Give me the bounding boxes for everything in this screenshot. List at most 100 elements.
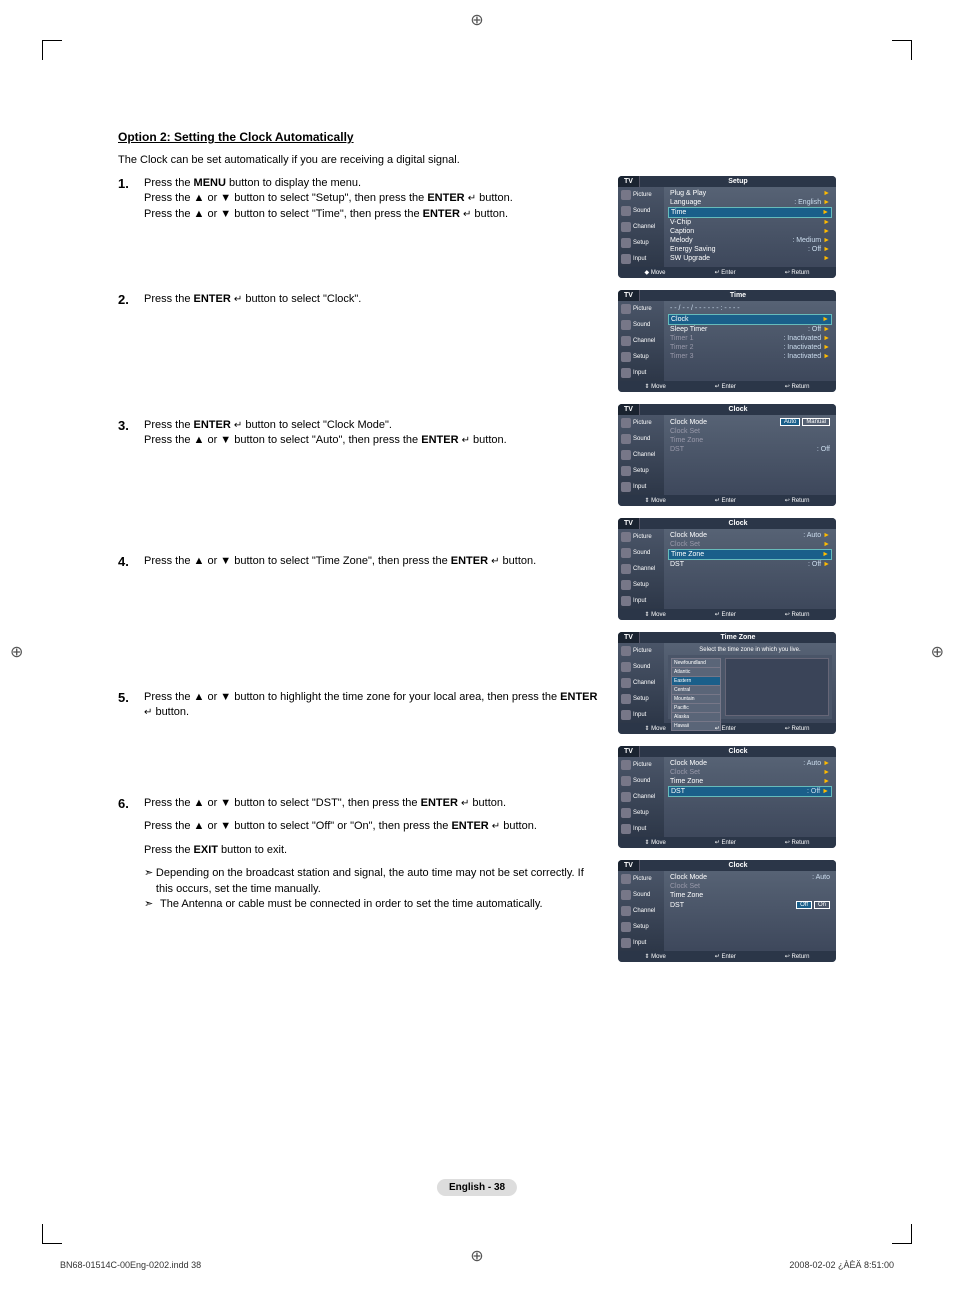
osd-sidebar-item: Sound	[618, 203, 664, 219]
step-number: 3.	[118, 418, 144, 548]
osd-option: On	[814, 901, 830, 909]
osd-category-icon	[621, 482, 631, 492]
osd-category-icon	[621, 890, 631, 900]
osd-category-icon	[621, 808, 631, 818]
osd-category-icon	[621, 532, 631, 542]
osd-sidebar-item: Sound	[618, 773, 664, 789]
osd-screenshots-column: TVSetupPictureSoundChannelSetupInputPlug…	[618, 176, 836, 962]
osd-category-icon	[621, 792, 631, 802]
osd-menu-row: Time Zone	[668, 436, 832, 445]
osd-menu-row: Timer 2: Inactivated ►	[668, 343, 832, 352]
osd-header: TVTime	[618, 290, 836, 301]
osd-footer-enter: ↵ Enter	[715, 953, 736, 960]
osd-sidebar-item: Picture	[618, 187, 664, 203]
instructions-column: 1. Press the MENU button to display the …	[118, 176, 600, 962]
osd-footer-move: ⇕ Move	[644, 611, 665, 618]
osd-footer-move: ⇕ Move	[644, 725, 665, 732]
arrow-right-icon: ►	[822, 551, 829, 558]
step-number: 5.	[118, 690, 144, 790]
osd-sidebar-item: Setup	[618, 691, 664, 707]
registration-mark-top: ⊕	[470, 10, 483, 30]
note-text: Depending on the broadcast station and s…	[156, 866, 600, 897]
osd-category-icon	[621, 564, 631, 574]
osd-option: Off	[796, 901, 812, 909]
osd-category-icon	[621, 190, 631, 200]
osd-sidebar: PictureSoundChannelSetupInput	[618, 529, 664, 609]
osd-menu-row: Time Zone ►	[668, 549, 832, 560]
osd-menu-row: SW Upgrade ►	[668, 254, 832, 263]
osd-menu-row: DSTOff On	[668, 900, 832, 910]
osd-category-icon	[621, 320, 631, 330]
osd-category-icon	[621, 336, 631, 346]
osd-category-icon	[621, 662, 631, 672]
osd-screenshot: TVTimePictureSoundChannelSetupInput- - /…	[618, 290, 836, 392]
osd-menu-row: Clock Set ►	[668, 540, 832, 549]
osd-menu-row: Timer 1: Inactivated ►	[668, 334, 832, 343]
osd-source-label: TV	[618, 290, 639, 301]
osd-footer: ◆ Move↵ Enter↩ Return	[618, 267, 836, 278]
step-body: Press the ▲ or ▼ button to highlight the…	[144, 690, 600, 790]
enter-icon: ↵	[462, 434, 470, 448]
step-body: Press the ▲ or ▼ button to select "DST",…	[144, 796, 600, 912]
arrow-right-icon: ►	[823, 190, 830, 197]
osd-category-icon	[621, 548, 631, 558]
enter-icon: ↵	[468, 192, 476, 206]
osd-footer-move: ⇕ Move	[644, 839, 665, 846]
osd-header: TVClock	[618, 860, 836, 871]
arrow-right-icon: ►	[822, 788, 829, 795]
osd-header: TVClock	[618, 518, 836, 529]
osd-category-icon	[621, 906, 631, 916]
osd-menu-row: Time ►	[668, 207, 832, 218]
osd-menu-row: Melody: Medium ►	[668, 236, 832, 245]
enter-icon: ↵	[491, 555, 499, 569]
osd-sidebar-item: Picture	[618, 871, 664, 887]
enter-icon: ↵	[234, 293, 242, 307]
osd-sidebar: PictureSoundChannelSetupInput	[618, 871, 664, 951]
osd-menu-row: Time Zone	[668, 891, 832, 900]
osd-sidebar: PictureSoundChannelSetupInput	[618, 415, 664, 495]
arrow-right-icon: ►	[823, 778, 830, 785]
osd-category-icon	[621, 466, 631, 476]
tz-option: Hawaii	[671, 721, 721, 731]
osd-footer-move: ⇕ Move	[644, 383, 665, 390]
osd-menu-row: Clock Set ►	[668, 768, 832, 777]
arrow-right-icon: ►	[822, 316, 829, 323]
osd-sidebar-item: Sound	[618, 431, 664, 447]
osd-category-icon	[621, 922, 631, 932]
osd-sidebar-item: Channel	[618, 789, 664, 805]
osd-sidebar-item: Sound	[618, 659, 664, 675]
osd-sidebar-item: Channel	[618, 561, 664, 577]
osd-screenshot: TVTime ZonePictureSoundChannelSetupInput…	[618, 632, 836, 734]
osd-header: TVSetup	[618, 176, 836, 187]
osd-category-icon	[621, 580, 631, 590]
step-number: 1.	[118, 176, 144, 286]
osd-title: Clock	[639, 518, 836, 529]
osd-header: TVClock	[618, 746, 836, 757]
crop-corner	[892, 40, 912, 60]
osd-sidebar-item: Picture	[618, 757, 664, 773]
osd-sidebar-item: Input	[618, 935, 664, 951]
arrow-right-icon: ►	[823, 353, 830, 360]
osd-sidebar-item: Input	[618, 479, 664, 495]
osd-menu-row: Clock Set	[668, 427, 832, 436]
osd-sidebar: PictureSoundChannelSetupInput	[618, 643, 664, 723]
osd-sidebar-item: Picture	[618, 415, 664, 431]
arrow-right-icon: ►	[823, 246, 830, 253]
enter-icon: ↵	[492, 820, 500, 834]
osd-menu-row: Clock Mode: Auto ►	[668, 531, 832, 540]
osd-title: Time Zone	[639, 632, 836, 643]
osd-sidebar-item: Channel	[618, 903, 664, 919]
section-heading: Option 2: Setting the Clock Automaticall…	[118, 130, 836, 144]
osd-title: Setup	[639, 176, 836, 187]
osd-sidebar-item: Setup	[618, 919, 664, 935]
osd-menu-row: Clock ModeAuto Manual	[668, 417, 832, 427]
print-file: BN68-01514C-00Eng-0202.indd 38	[60, 1260, 201, 1270]
osd-category-icon	[621, 710, 631, 720]
osd-screenshot: TVClockPictureSoundChannelSetupInputCloc…	[618, 746, 836, 848]
osd-menu-row: Sleep Timer: Off ►	[668, 325, 832, 334]
osd-category-icon	[621, 206, 631, 216]
osd-title: Clock	[639, 404, 836, 415]
osd-category-icon	[621, 450, 631, 460]
enter-icon: ↵	[234, 419, 242, 433]
arrow-right-icon: ►	[823, 532, 830, 539]
